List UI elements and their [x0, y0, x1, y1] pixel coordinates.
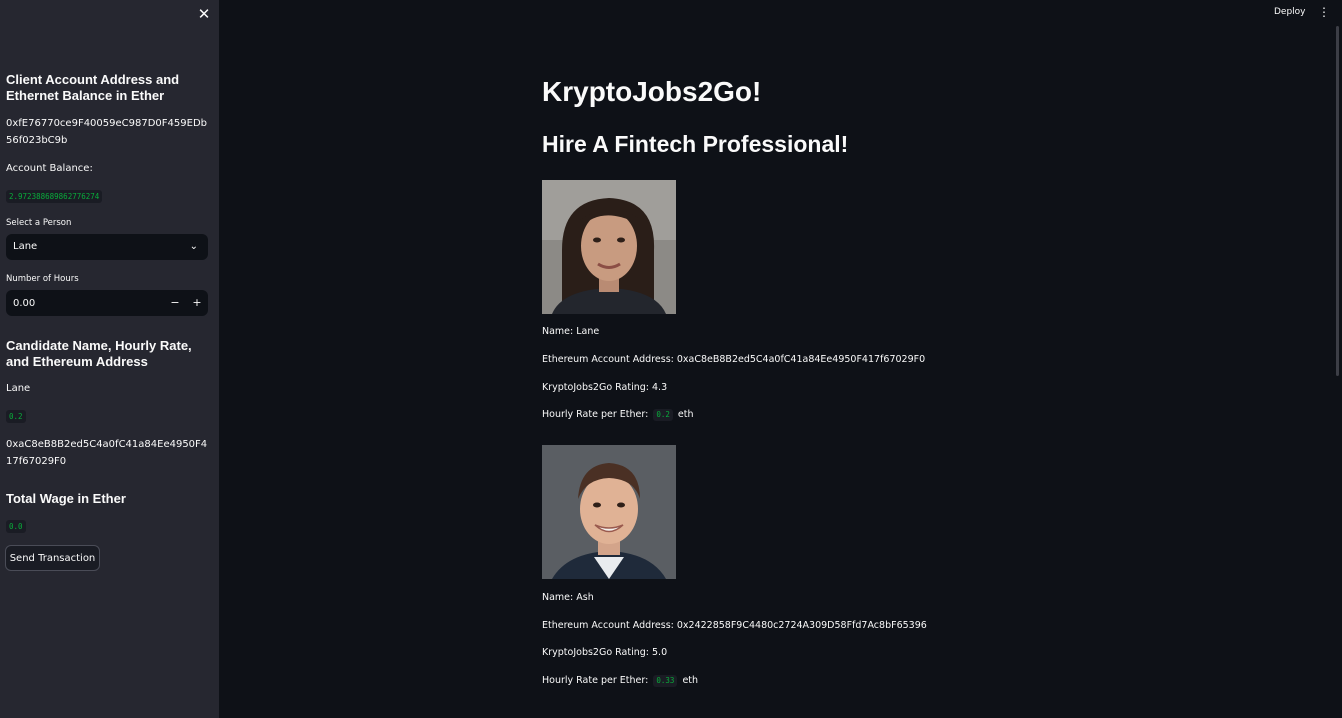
candidate-name-1: Name: Lane [542, 326, 600, 337]
rate-unit: eth [682, 675, 699, 686]
rate-value: 0.2 [653, 408, 673, 421]
deploy-button[interactable]: Deploy [1274, 6, 1306, 18]
rate-label: Hourly Rate per Ether: [542, 675, 649, 686]
wage-value: 0.0 [6, 520, 26, 533]
hours-label: Number of Hours [6, 274, 79, 284]
candidate-heading: Candidate Name, Hourly Rate, and Ethereu… [6, 338, 192, 369]
candidate-address-1: Ethereum Account Address: 0xaC8eB8B2ed5C… [542, 354, 926, 365]
candidate-rate-row-1: Hourly Rate per Ether: 0.2 eth [542, 408, 694, 422]
candidate-photo [542, 711, 676, 718]
candidate-address-2: Ethereum Account Address: 0x2422858F9C44… [542, 620, 927, 631]
candidate-rating-1: KryptoJobs2Go Rating: 4.3 [542, 382, 668, 393]
person-select[interactable]: Lane ⌄ [6, 234, 208, 260]
client-heading: Client Account Address and Ethernet Bala… [6, 72, 180, 103]
select-person-label: Select a Person [6, 218, 72, 228]
candidate-photo [542, 445, 676, 579]
candidate-photo [542, 180, 676, 314]
more-options-icon[interactable]: ⋮ [1318, 5, 1330, 19]
increment-button[interactable]: + [187, 290, 207, 316]
candidate-address: 0xaC8eB8B2ed5C4a0fC41a84Ee4950F417f67029… [6, 439, 208, 467]
rate-label: Hourly Rate per Ether: [542, 409, 649, 420]
send-transaction-button[interactable]: Send Transaction [5, 545, 100, 571]
hours-input[interactable] [6, 290, 156, 316]
page-title: KryptoJobs2Go! [542, 76, 762, 107]
balance-value: 2.972388689862776274 [6, 190, 103, 203]
rate-value: 0.33 [653, 674, 678, 687]
candidate-name: Lane [6, 383, 31, 394]
balance-label: Account Balance: [6, 163, 93, 174]
page-subtitle: Hire A Fintech Professional! [542, 131, 849, 157]
decrement-button[interactable]: − [165, 290, 185, 316]
candidate-rating-2: KryptoJobs2Go Rating: 5.0 [542, 647, 668, 658]
chevron-down-icon: ⌄ [189, 241, 198, 252]
hours-stepper: − + [6, 290, 208, 316]
wage-heading: Total Wage in Ether [6, 491, 126, 506]
candidate-rate-row-2: Hourly Rate per Ether: 0.33 eth [542, 674, 698, 688]
client-address: 0xfE76770ce9F40059eC987D0F459EDb56f023bC… [6, 118, 207, 146]
candidate-rate: 0.2 [6, 410, 26, 423]
candidate-name-2: Name: Ash [542, 592, 594, 603]
scrollbar[interactable] [1336, 26, 1339, 376]
close-sidebar-icon[interactable]: ✕ [196, 6, 212, 22]
rate-unit: eth [677, 409, 694, 420]
person-select-value: Lane [13, 241, 38, 252]
sidebar: ✕ Client Account Address and Ethernet Ba… [0, 0, 219, 718]
